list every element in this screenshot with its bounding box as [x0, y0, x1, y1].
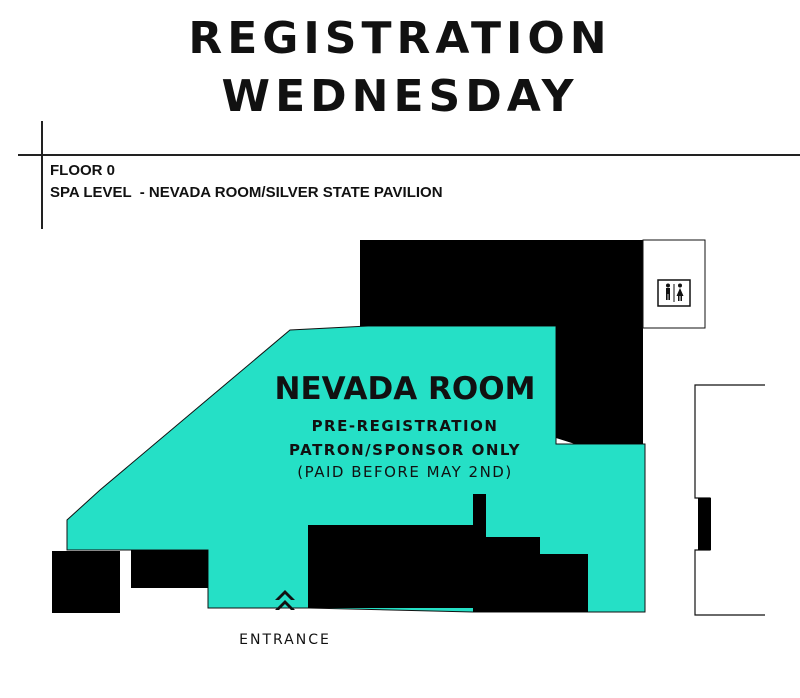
service-block-left: [52, 551, 120, 613]
room-line-1: PRE-REGISTRATION: [312, 417, 499, 435]
room-line-3: (PAID BEFORE MAY 2ND): [297, 463, 512, 481]
room-line-2: PATRON/SPONSOR ONLY: [289, 441, 521, 459]
entrance-label: ENTRANCE: [239, 632, 331, 648]
room-name: NEVADA ROOM: [275, 371, 536, 407]
floor-map: NEVADA ROOM PRE-REGISTRATION PATRON/SPON…: [52, 239, 765, 616]
right-structure-block: [698, 498, 711, 550]
service-block-mid: [131, 550, 208, 588]
